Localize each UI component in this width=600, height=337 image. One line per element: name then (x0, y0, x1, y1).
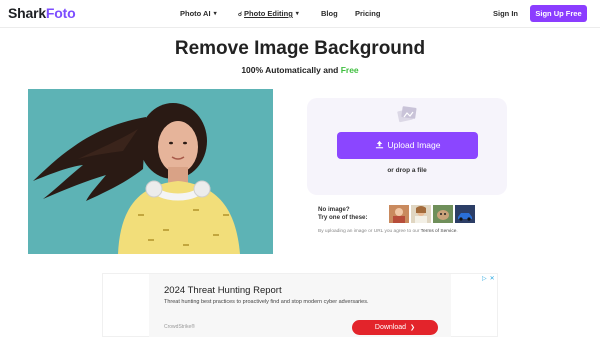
sample-image-3[interactable] (433, 205, 453, 223)
nav-pricing[interactable]: Pricing (355, 9, 380, 18)
ad-description: Threat hunting best practices to proacti… (164, 299, 369, 305)
adchoices-icon[interactable]: ▷ (482, 276, 487, 282)
terms-text: By uploading an image or URL you agree t… (318, 229, 420, 234)
terms-of-service-link[interactable]: Terms of Service (421, 229, 457, 234)
terms-period: . (456, 229, 458, 234)
chevron-down-icon: ▾ (295, 11, 299, 17)
nav-photo-ai[interactable]: Photo AI ▾ (180, 9, 217, 18)
hero-illustration (28, 89, 273, 254)
chevron-right-icon: ❯ (410, 325, 416, 331)
sign-up-button[interactable]: Sign Up Free (530, 5, 587, 22)
sample-images (389, 205, 475, 223)
nav-photo-editing[interactable]: ☌ Photo Editing ▾ (238, 9, 299, 18)
sample-image-1[interactable] (389, 205, 409, 223)
sample-image-2[interactable] (411, 205, 431, 223)
ad-controls: ▷ ✕ (482, 275, 495, 282)
close-icon[interactable]: ✕ (490, 276, 495, 282)
ad-banner[interactable]: 2024 Threat Hunting Report Threat huntin… (102, 273, 498, 337)
logo-text-shark: Shark (8, 5, 46, 21)
terms-notice: By uploading an image or URL you agree t… (318, 229, 458, 234)
sample-prompt: No image? Try one of these: (318, 206, 368, 221)
try-these-text: Try one of these: (318, 213, 368, 221)
no-image-text: No image? (318, 206, 350, 213)
chevron-down-icon: ▾ (213, 11, 217, 17)
sharkfoto-logo[interactable]: SharkFoto (8, 5, 76, 21)
ad-download-button[interactable]: Download ❯ (352, 320, 438, 335)
logo-text-foto: Foto (45, 5, 76, 21)
ad-download-label: Download (374, 324, 407, 331)
sample-image-4[interactable] (455, 205, 475, 223)
top-nav-bar: SharkFoto Photo AI ▾ ☌ Photo Editing ▾ Blog… (0, 0, 600, 28)
upload-dropzone[interactable]: Upload Image or drop a file (307, 98, 507, 195)
page-title: Remove Image Background (174, 38, 426, 59)
subtitle-free: Free (340, 65, 359, 75)
nav-photo-editing-label: Photo Editing (244, 9, 293, 18)
upload-image-label: Upload Image (387, 140, 441, 150)
nav-blog[interactable]: Blog (321, 9, 338, 18)
upload-image-button[interactable]: Upload Image (337, 132, 478, 159)
hero-image (28, 89, 273, 254)
ad-brand: CrowdStrike® (164, 324, 195, 330)
nav-photo-ai-label: Photo AI (180, 9, 211, 18)
sign-in-link[interactable]: Sign In (493, 9, 518, 18)
ad-title[interactable]: 2024 Threat Hunting Report (164, 285, 282, 296)
image-icon (395, 104, 419, 129)
page-subtitle: 100% Automatically and Free (0, 65, 600, 75)
subtitle-text: 100% Automatically and (241, 65, 339, 75)
drop-file-text: or drop a file (387, 167, 427, 174)
search-icon: ☌ (238, 12, 243, 18)
upload-icon (375, 133, 384, 160)
